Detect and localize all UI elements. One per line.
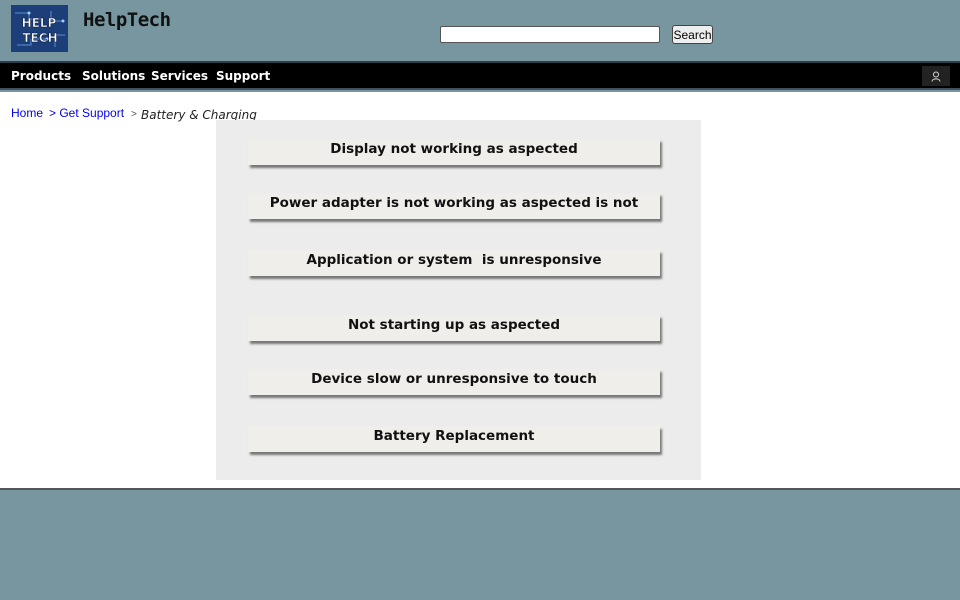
- issues-panel: Display not working as aspected Power ad…: [216, 120, 701, 480]
- helptech-logo[interactable]: HELP TECH: [11, 5, 68, 52]
- page-header: HELP TECH HelpTech Search: [0, 0, 960, 60]
- issue-display[interactable]: Display not working as aspected: [248, 139, 660, 165]
- main-content: Home > Get Support > Battery & Charging …: [0, 92, 960, 490]
- svg-text:HELP: HELP: [22, 16, 57, 30]
- user-icon: [931, 71, 941, 82]
- issue-slow-touch[interactable]: Device slow or unresponsive to touch: [248, 369, 660, 395]
- issue-not-starting[interactable]: Not starting up as aspected: [248, 315, 660, 341]
- main-nav: Products Solutions Services Support: [0, 61, 960, 90]
- issue-power-adapter[interactable]: Power adapter is not working as aspected…: [248, 193, 660, 219]
- search-button[interactable]: Search: [672, 25, 713, 44]
- nav-item-products[interactable]: Products: [11, 69, 71, 83]
- nav-item-services[interactable]: Services: [151, 69, 208, 83]
- page-footer: [0, 490, 960, 600]
- nav-item-solutions[interactable]: Solutions: [82, 69, 145, 83]
- user-account-button[interactable]: [922, 66, 950, 86]
- brand-name: HelpTech: [83, 9, 171, 31]
- search-input[interactable]: [440, 26, 660, 43]
- nav-item-support[interactable]: Support: [216, 69, 270, 83]
- svg-text:TECH: TECH: [22, 31, 57, 45]
- breadcrumb-get-support[interactable]: > Get Support: [49, 106, 124, 120]
- breadcrumb-home[interactable]: Home: [11, 106, 43, 120]
- issue-battery-replacement[interactable]: Battery Replacement: [248, 426, 660, 452]
- issue-unresponsive[interactable]: Application or system is unresponsive: [248, 250, 660, 276]
- breadcrumb-separator: >: [131, 109, 137, 120]
